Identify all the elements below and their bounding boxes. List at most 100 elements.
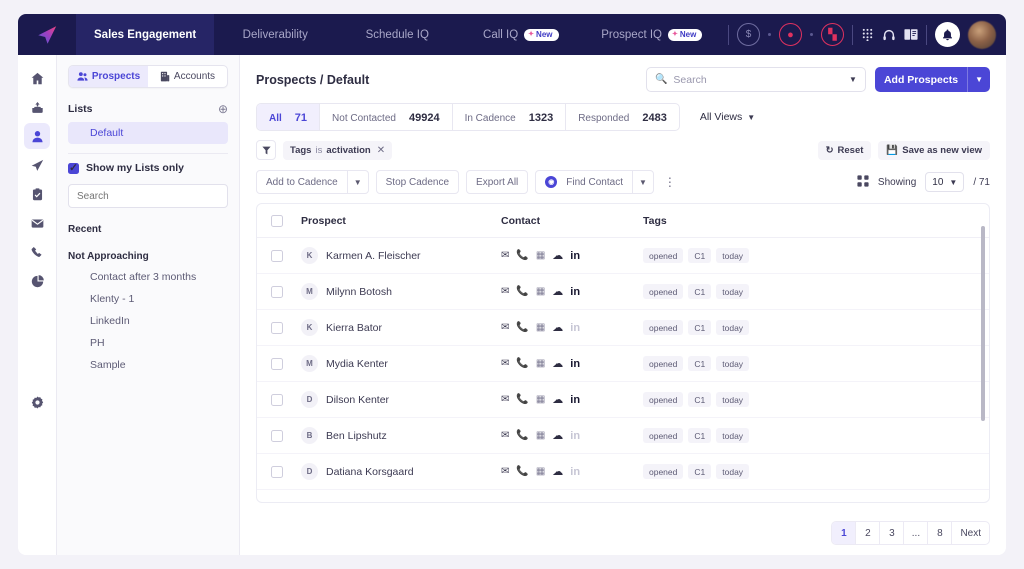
card-icon[interactable]: ▦ bbox=[536, 322, 545, 333]
save-as-new-view-button[interactable]: 💾 Save as new view bbox=[878, 140, 990, 160]
chevron-down-icon[interactable]: ▼ bbox=[633, 178, 653, 187]
column-settings-icon[interactable] bbox=[857, 174, 869, 190]
row-checkbox[interactable] bbox=[271, 321, 283, 334]
table-row[interactable]: D Dilson Kenter ✉ 📞 ▦ ☁ in opened C1 tod… bbox=[257, 382, 989, 418]
email-icon[interactable]: ✉ bbox=[501, 286, 509, 297]
card-icon[interactable]: ▦ bbox=[536, 286, 545, 297]
prospect-name[interactable]: Mydia Kenter bbox=[326, 358, 388, 370]
page-button-3[interactable]: 3 bbox=[880, 522, 905, 544]
linkedin-icon[interactable]: in bbox=[570, 358, 580, 370]
chevron-down-icon[interactable]: ▼ bbox=[348, 178, 368, 187]
prospect-name[interactable]: Milynn Botosh bbox=[326, 286, 392, 298]
phone-icon[interactable]: 📞 bbox=[516, 430, 528, 441]
linkedin-icon[interactable]: in bbox=[570, 286, 580, 298]
prospect-name[interactable]: Kierra Bator bbox=[326, 322, 382, 334]
table-row[interactable]: D Datiana Korsgaard ✉ 📞 ▦ ☁ in opened C1… bbox=[257, 454, 989, 490]
nav-item-schedule-iq[interactable]: Schedule IQ bbox=[336, 14, 458, 55]
table-row[interactable]: M Milynn Botosh ✉ 📞 ▦ ☁ in opened C1 tod… bbox=[257, 274, 989, 310]
chevron-down-icon[interactable]: ▼ bbox=[968, 75, 990, 84]
rail-item-calls[interactable] bbox=[24, 239, 50, 265]
cloud-icon[interactable]: ☁ bbox=[552, 357, 563, 370]
stat-tab-in-cadence[interactable]: In Cadence 1323 bbox=[453, 104, 567, 130]
list-item[interactable]: PH bbox=[68, 332, 228, 354]
table-scrollbar[interactable] bbox=[981, 226, 985, 421]
page-button-2[interactable]: 2 bbox=[856, 522, 881, 544]
card-icon[interactable]: ▦ bbox=[536, 466, 545, 477]
dialpad-icon[interactable] bbox=[861, 28, 874, 41]
prospect-name[interactable]: Ben Lipshutz bbox=[326, 430, 387, 442]
row-checkbox[interactable] bbox=[271, 393, 283, 406]
rail-item-email[interactable] bbox=[24, 210, 50, 236]
table-row[interactable]: K Karmen A. Fleischer ✉ 📞 ▦ ☁ in opened … bbox=[257, 238, 989, 274]
table-row[interactable]: K Kierra Bator ✉ 📞 ▦ ☁ in opened C1 toda… bbox=[257, 310, 989, 346]
page-button-8[interactable]: 8 bbox=[928, 522, 953, 544]
nav-item-call-iq[interactable]: Call IQ ✦ New bbox=[458, 14, 583, 55]
filter-icon[interactable] bbox=[256, 140, 276, 160]
page-size-select[interactable]: 10 ▼ bbox=[925, 172, 965, 192]
cloud-icon[interactable]: ☁ bbox=[552, 249, 563, 262]
add-prospects-button[interactable]: Add Prospects ▼ bbox=[874, 67, 990, 92]
column-header-tags[interactable]: Tags bbox=[643, 215, 975, 227]
email-icon[interactable]: ✉ bbox=[501, 430, 509, 441]
book-icon[interactable] bbox=[904, 28, 918, 41]
rail-item-prospects[interactable] bbox=[24, 123, 50, 149]
linkedin-icon[interactable]: in bbox=[570, 250, 580, 262]
list-item[interactable]: Sample bbox=[68, 354, 228, 376]
linkedin-icon[interactable]: in bbox=[570, 394, 580, 406]
card-icon[interactable]: ▦ bbox=[536, 394, 545, 405]
dollar-circle-icon[interactable]: $ bbox=[737, 23, 760, 46]
cloud-icon[interactable]: ☁ bbox=[552, 321, 563, 334]
plus-circle-icon[interactable]: ⊕ bbox=[218, 102, 228, 116]
nav-item-deliverability[interactable]: Deliverability bbox=[214, 14, 336, 55]
stat-tab-not-contacted[interactable]: Not Contacted 49924 bbox=[320, 104, 453, 130]
column-header-prospect[interactable]: Prospect bbox=[301, 215, 501, 227]
cloud-icon[interactable]: ☁ bbox=[552, 393, 563, 406]
rail-item-home[interactable] bbox=[24, 65, 50, 91]
stat-tab-all[interactable]: All 71 bbox=[257, 104, 321, 130]
nav-item-prospect-iq[interactable]: Prospect IQ ✦ New bbox=[583, 14, 720, 55]
close-icon[interactable]: ✕ bbox=[377, 145, 385, 156]
list-item-default[interactable]: Default bbox=[68, 122, 228, 144]
cloud-icon[interactable]: ☁ bbox=[552, 285, 563, 298]
email-icon[interactable]: ✉ bbox=[501, 250, 509, 261]
phone-icon[interactable]: 📞 bbox=[516, 466, 528, 477]
email-icon[interactable]: ✉ bbox=[501, 358, 509, 369]
prospect-name[interactable]: Dilson Kenter bbox=[326, 394, 389, 406]
email-icon[interactable]: ✉ bbox=[501, 466, 509, 477]
stat-tab-responded[interactable]: Responded 2483 bbox=[566, 104, 679, 130]
find-contact-button[interactable]: ◉ Find Contact ▼ bbox=[535, 170, 654, 194]
row-checkbox[interactable] bbox=[271, 249, 283, 262]
table-row[interactable]: M Mydia Kenter ✉ 📞 ▦ ☁ in opened C1 toda… bbox=[257, 346, 989, 382]
column-header-contact[interactable]: Contact bbox=[501, 215, 643, 227]
rail-item-reports[interactable] bbox=[24, 268, 50, 294]
rail-item-inbox[interactable] bbox=[24, 94, 50, 120]
list-item[interactable]: Contact after 3 months bbox=[68, 266, 228, 288]
cloud-icon[interactable]: ☁ bbox=[552, 465, 563, 478]
list-item[interactable]: Klenty - 1 bbox=[68, 288, 228, 310]
select-all-checkbox[interactable] bbox=[271, 214, 283, 227]
card-icon[interactable]: ▦ bbox=[536, 250, 545, 261]
export-all-button[interactable]: Export All bbox=[466, 170, 529, 194]
card-icon[interactable]: ▦ bbox=[536, 430, 545, 441]
app-logo[interactable] bbox=[18, 14, 76, 55]
person-circle-icon[interactable]: ● bbox=[779, 23, 802, 46]
email-icon[interactable]: ✉ bbox=[501, 322, 509, 333]
page-button-1[interactable]: 1 bbox=[832, 522, 857, 544]
show-my-lists-row[interactable]: ✓ Show my Lists only bbox=[68, 162, 228, 174]
row-checkbox[interactable] bbox=[271, 285, 283, 298]
prospect-name[interactable]: Datiana Korsgaard bbox=[326, 466, 414, 478]
chart-circle-icon[interactable]: ▚ bbox=[821, 23, 844, 46]
phone-icon[interactable]: 📞 bbox=[516, 250, 528, 261]
tab-accounts[interactable]: Accounts bbox=[148, 66, 227, 87]
lists-search-input[interactable] bbox=[68, 184, 228, 208]
rail-item-tasks[interactable] bbox=[24, 181, 50, 207]
phone-icon[interactable]: 📞 bbox=[516, 358, 528, 369]
nav-item-sales-engagement[interactable]: Sales Engagement bbox=[76, 14, 215, 55]
phone-icon[interactable]: 📞 bbox=[516, 286, 528, 297]
chevron-down-icon[interactable]: ▼ bbox=[849, 75, 857, 84]
filter-chip-tags[interactable]: Tags is activation ✕ bbox=[283, 140, 393, 160]
list-item[interactable]: LinkedIn bbox=[68, 310, 228, 332]
stop-cadence-button[interactable]: Stop Cadence bbox=[375, 170, 460, 194]
prospect-name[interactable]: Karmen A. Fleischer bbox=[326, 250, 421, 262]
bell-icon[interactable] bbox=[935, 22, 960, 47]
